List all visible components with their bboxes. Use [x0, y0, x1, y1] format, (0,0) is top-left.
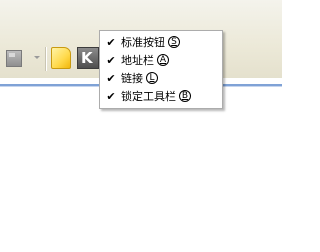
menu-item-label: 标准按钮 [121, 36, 165, 49]
checkmark-icon: ✔ [106, 72, 116, 85]
menu-item-label: 锁定工具栏 [121, 90, 176, 103]
checkmark-icon: ✔ [106, 90, 116, 103]
toolbar-separator [45, 47, 46, 71]
sticky-note-icon[interactable] [51, 47, 71, 69]
k-app-icon[interactable]: K [77, 47, 99, 69]
menu-accelerator: S [168, 36, 180, 48]
menu-item-links[interactable]: ✔ 链接 L [100, 70, 222, 88]
dropdown-arrow-icon[interactable] [34, 56, 40, 59]
menu-item-standard-buttons[interactable]: ✔ 标准按钮 S [100, 34, 222, 52]
checkmark-icon: ✔ [106, 54, 116, 67]
menu-accelerator: A [157, 54, 169, 66]
menu-item-label: 地址栏 [121, 54, 154, 67]
checkmark-icon: ✔ [106, 36, 116, 49]
gray-app-icon[interactable] [6, 50, 22, 67]
k-glyph: K [81, 49, 93, 67]
menu-item-lock-toolbars[interactable]: ✔ 锁定工具栏 B [100, 88, 222, 106]
menu-item-address-bar[interactable]: ✔ 地址栏 A [100, 52, 222, 70]
toolbar-context-menu: ✔ 标准按钮 S ✔ 地址栏 A ✔ 链接 L ✔ 锁定工具栏 B [99, 30, 223, 109]
menu-accelerator: L [146, 72, 158, 84]
menu-item-label: 链接 [121, 72, 143, 85]
menu-accelerator: B [179, 90, 191, 102]
